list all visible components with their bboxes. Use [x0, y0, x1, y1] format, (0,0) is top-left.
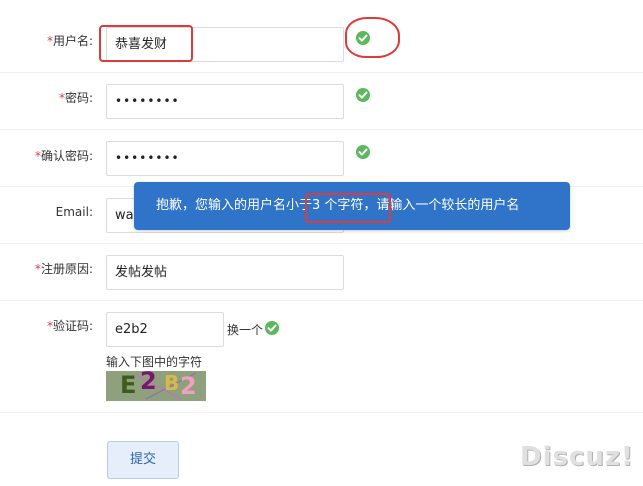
check-icon: [356, 145, 370, 159]
confirm-password-input[interactable]: ••••••••: [106, 141, 344, 176]
confirm-password-label: *确认密码:: [0, 147, 93, 164]
check-icon: [265, 321, 279, 335]
email-label: Email:: [0, 205, 93, 219]
captcha-input[interactable]: e2b2: [106, 312, 224, 347]
username-label-text: 用户名:: [52, 34, 93, 48]
password-label-text: 密码:: [64, 91, 93, 105]
reason-row: *注册原因: 发帖发帖: [0, 244, 643, 301]
refresh-captcha-link[interactable]: 换一个: [227, 321, 263, 338]
annotation-circle-check: [345, 17, 400, 58]
check-icon: [356, 88, 370, 102]
reason-label-text: 注册原因:: [40, 262, 93, 276]
password-row: *密码: ••••••••: [0, 73, 643, 130]
username-row: *用户名: 恭喜发财: [0, 0, 643, 73]
tooltip-text-before: 抱歉，您输入的用户名小于: [156, 198, 313, 213]
email-label-text: Email:: [55, 205, 93, 219]
captcha-hint: 输入下图中的字符: [106, 355, 203, 369]
discuz-watermark: Discuz!: [520, 442, 634, 472]
captcha-char: 2: [140, 371, 157, 395]
reason-label: *注册原因:: [0, 260, 93, 277]
captcha-char: E: [120, 371, 137, 399]
reason-input[interactable]: 发帖发帖: [106, 255, 344, 290]
captcha-label-text: 验证码:: [52, 319, 93, 333]
password-input[interactable]: ••••••••: [106, 84, 344, 119]
username-label: *用户名:: [0, 32, 93, 49]
confirm-password-row: *确认密码: ••••••••: [0, 130, 643, 187]
captcha-image[interactable]: E 2 B 2: [106, 371, 206, 401]
password-label: *密码:: [0, 89, 93, 106]
confirm-password-label-text: 确认密码:: [40, 149, 93, 163]
captcha-char: 2: [180, 372, 197, 400]
submit-button[interactable]: 提交: [107, 441, 179, 479]
captcha-row: *验证码: e2b2 换一个 输入下图中的字符: [0, 301, 643, 413]
captcha-char: B: [164, 371, 180, 395]
annotation-box-username: [99, 25, 193, 62]
annotation-box-tooltip: [305, 193, 391, 223]
captcha-label: *验证码:: [0, 317, 93, 334]
